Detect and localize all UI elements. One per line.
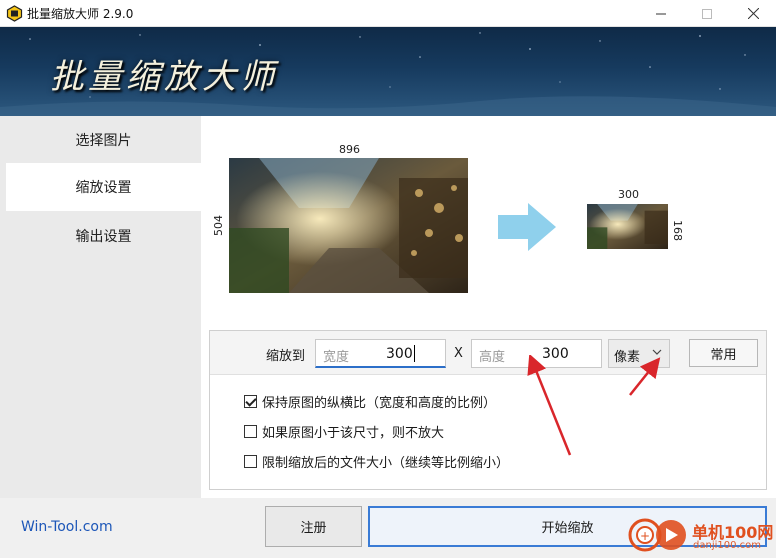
height-placeholder: 高度 [479, 350, 506, 365]
width-value: 300 [386, 346, 413, 362]
window-title: 批量缩放大师 2.9.0 [27, 7, 134, 21]
title-bar: 批量缩放大师 2.9.0 [0, 0, 776, 27]
source-width-label: 896 [339, 143, 360, 156]
option-limit-file-size[interactable]: 限制缩放后的文件大小（继续等比例缩小） [244, 452, 510, 471]
target-height-label: 168 [671, 220, 684, 241]
source-height-label: 504 [212, 215, 225, 236]
text-caret [414, 345, 415, 362]
dimension-separator: X [454, 346, 463, 361]
target-width-label: 300 [618, 188, 639, 201]
header-banner: 批量缩放大师 [0, 27, 776, 116]
option-label: 如果原图小于该尺寸，则不放大 [262, 425, 445, 441]
checkbox[interactable] [244, 454, 257, 468]
option-keep-aspect-ratio[interactable]: 保持原图的纵横比（宽度和高度的比例） [244, 392, 497, 411]
website-link[interactable]: Win-Tool.com [21, 519, 113, 535]
width-input[interactable]: 宽度 300 [315, 339, 446, 368]
width-placeholder: 宽度 [323, 350, 350, 365]
source-image-preview [229, 158, 468, 293]
close-icon [747, 8, 759, 19]
sidebar-item-label: 选择图片 [75, 133, 132, 149]
watermark-url: danji100.com [693, 540, 761, 551]
common-sizes-button[interactable]: 常用 [689, 339, 758, 367]
maximize-button[interactable] [684, 0, 730, 27]
scale-to-label: 缩放到 [266, 349, 306, 364]
annotation-arrow-unit [629, 357, 661, 396]
scale-to-row: 缩放到 宽度 300 X 高度 300 像素 常用 [210, 331, 766, 375]
checkbox[interactable] [244, 424, 257, 438]
annotation-arrows [527, 355, 661, 456]
sidebar-item-label: 缩放设置 [75, 180, 132, 196]
svg-text:+: + [640, 529, 650, 543]
sidebar-item-output-settings[interactable]: 输出设置 [6, 212, 201, 260]
maximize-icon [702, 8, 712, 19]
close-button[interactable] [730, 0, 776, 27]
annotation-arrow-height [527, 355, 572, 456]
minimize-button[interactable] [638, 0, 684, 27]
sidebar: 选择图片 缩放设置 输出设置 [0, 116, 201, 498]
register-button[interactable]: 注册 [265, 506, 362, 547]
checkbox[interactable] [244, 394, 257, 408]
target-image-preview [587, 204, 668, 249]
minimize-icon [656, 13, 666, 14]
banner-title: 批量缩放大师 [50, 57, 278, 97]
sidebar-item-label: 输出设置 [75, 229, 132, 245]
option-label: 保持原图的纵横比（宽度和高度的比例） [262, 395, 497, 411]
sidebar-item-scale-settings[interactable]: 缩放设置 [6, 163, 201, 211]
footer: Win-Tool.com 注册 开始缩放 + [0, 498, 776, 558]
scale-settings-panel: 缩放到 宽度 300 X 高度 300 像素 常用 保持原图的纵横比（宽度和高度… [209, 330, 767, 490]
app-icon [6, 5, 23, 22]
arrow-right-icon [498, 203, 556, 251]
option-label: 限制缩放后的文件大小（继续等比例缩小） [262, 455, 510, 471]
sidebar-item-select-images[interactable]: 选择图片 [6, 116, 201, 164]
option-no-upscale[interactable]: 如果原图小于该尺寸，则不放大 [244, 422, 445, 441]
